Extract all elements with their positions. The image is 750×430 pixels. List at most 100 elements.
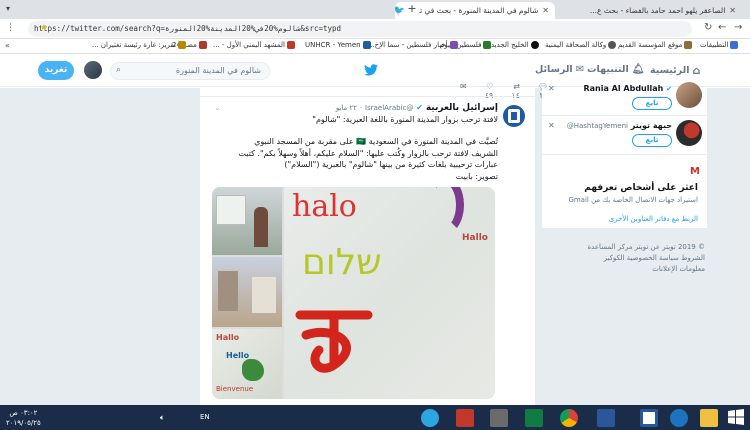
nav-notifications[interactable]: 🔔︎ التنبيهات [587,64,644,75]
follow-button[interactable]: تابع [632,134,672,147]
bookmark-item[interactable]: تقرير: غارة رئيسة تغتيران ... [92,41,186,49]
bookmark-item[interactable]: المشهد اليمني الأول - ... [213,41,295,49]
forward-arrow-icon[interactable]: ← [718,22,726,33]
bell-icon: 🔔︎ [631,64,645,75]
browser-tab-bar: ✕ الصاعقر يلهو احمد حامد بالفضاء - بحث ع… [0,0,750,19]
like-count[interactable]: ♡ ٤٩ [485,82,494,100]
tweet-photo-main[interactable]: halo שלום Hallo [284,187,495,399]
app-icon[interactable] [456,409,474,427]
divider [542,154,707,155]
tweet-author-name[interactable]: إسرائيل بالعربية [426,103,498,113]
bookmark-item[interactable]: موقع المؤسسة القديم [618,41,693,49]
chrome-icon[interactable] [560,409,578,427]
tweet-subtitle: لافتة ترحب بزوار المدينة المنورة باللغة … [312,115,498,124]
twitter-header: ⌂ الرئيسية 🔔︎ التنبيهات ✉ الرسائل شالوم … [0,55,750,87]
follow-button[interactable]: تابع [632,97,672,110]
word-doc-icon[interactable] [597,409,615,427]
excel-icon[interactable] [525,409,543,427]
heart-icon: ♡ [486,82,494,91]
new-tab-button[interactable]: + [404,2,420,17]
back-arrow-icon[interactable]: → [734,22,742,33]
windows-taskbar: EN 🔈︎ ٠٣:٠٢ ص ٢٠١٩/٠٥/٢٥ [0,405,750,430]
retweet-icon: ⇄ [513,82,520,91]
nav-messages[interactable]: ✉ الرسائل [535,64,584,75]
footer-links[interactable]: معلومات الإعلانات [545,264,705,275]
search-icon[interactable]: ⌕ [116,65,121,75]
find-friends-link[interactable]: الربط مع دفاتر العناوين الأخرى [548,215,698,223]
footer-links[interactable]: الشروط سياسة الخصوصية الكوكيز [545,253,705,264]
site-favicon-icon [286,41,295,49]
tweet-photo-thumb-1[interactable] [212,187,282,255]
photo-text-halo: halo [292,189,357,224]
tweet-author-avatar[interactable] [503,105,525,127]
verified-badge-icon: ✔ [666,85,672,93]
clock[interactable]: ٠٣:٠٢ ص ٢٠١٩/٠٥/٢٥ [6,408,41,428]
tweet-body-line: تُصيَّت في المدينة المنورة في السعودية 🇸… [254,137,498,146]
tweet-author-handle[interactable]: @IsraelArabic [365,104,413,112]
bookmark-item[interactable]: UNHCR - Yemen [305,41,371,49]
site-favicon-icon [362,41,371,49]
photo-text-hallo: Hallo [462,233,488,243]
retweet-count[interactable]: ⇄ ١٤ [511,82,520,100]
tweet-body-line: عبارات ترحيبية بلغات كثيرة من بينها "شال… [284,160,498,169]
suggestion-handle: HashtagYemeni@ [566,122,628,130]
verified-badge-icon: ✔ [416,103,423,112]
tweet-media-grid[interactable]: halo שלום Hallo Hallo Hello Bienvenue [212,187,495,399]
twitter-logo-icon[interactable] [364,64,378,76]
bookmark-apps[interactable]: التطبيقات [700,41,739,49]
divider [542,115,707,116]
tweet-button[interactable]: تغريد [38,61,74,80]
site-favicon-icon [483,41,492,49]
dm-icon[interactable]: ✉ [460,82,467,100]
divider [200,96,535,97]
site-favicon-icon [177,41,186,49]
tweet-caret-chevron-icon[interactable]: ⌄ [214,103,221,112]
tweet-header: إسرائيل بالعربية ✔ @IsraelArabic · ٢٢ ما… [335,103,498,113]
tweet-body-line: الشريف لافتة ترحب بالزوار وكُتب عليها: "… [238,148,498,158]
find-friends-title: اعثر على أشخاص تعرفهم [584,183,698,193]
previous-tweet-actions: 💬︎ ٢٤ ⇄ ١٤ ♡ ٤٩ ✉ [460,82,548,100]
twitter-search-input[interactable]: شالوم في المدينة المنورة [110,62,270,80]
twitter-footer: © 2019 تويتر عن تويتر مركز المساعدة الشر… [545,242,706,275]
tweet-photo-thumb-3[interactable]: Hallo Hello Bienvenue [212,329,282,399]
suggestion-avatar[interactable] [676,120,702,146]
word-icon[interactable] [640,409,658,427]
photo-text-hebrew: שלום [302,242,382,283]
clock-date: ٢٠١٩/٠٥/٢٥ [6,419,41,427]
gmail-icon: M [690,166,700,177]
windows-start-icon[interactable] [728,409,746,427]
browser-menu-icon[interactable]: ⋮ [6,23,15,33]
suggestion-avatar[interactable] [676,82,702,108]
dismiss-suggestion-icon[interactable]: ✕ [548,121,555,130]
footer-links[interactable]: © 2019 تويتر عن تويتر مركز المساعدة [545,242,706,253]
file-explorer-icon[interactable] [700,409,718,427]
suggestion-name[interactable]: جبهة تويتر HashtagYemeni@ [562,121,672,130]
tab-list-chevron-icon[interactable]: ▾ [6,4,10,13]
bookmark-star-icon[interactable]: ★ [40,23,47,32]
more-bookmarks-chevron-icon[interactable]: « [5,41,10,50]
bookmark-item[interactable]: الخليج الجديد [491,41,539,49]
dismiss-suggestion-icon[interactable]: ✕ [548,84,555,93]
bookmark-item[interactable]: أخبار فلسطين - سما الإخ... [368,41,458,49]
telegram-icon[interactable] [421,409,439,427]
nav-home[interactable]: ⌂ الرئيسية [650,64,700,77]
tweet-date[interactable]: ٢٢ مايو [336,104,357,112]
close-tab-icon[interactable]: ✕ [542,6,549,15]
reload-icon[interactable]: ↻ [704,22,712,33]
url-input[interactable]: https://twitter.com/search?q=شالوم%20في%… [28,21,692,37]
bookmark-item[interactable]: وكالة الصحافة اليمنية [545,41,617,49]
tab-google-search[interactable]: ✕ الصاعقر يلهو احمد حامد بالفضاء - بحث ع… [560,2,742,19]
language-indicator[interactable]: EN [200,413,210,421]
site-favicon-icon [449,41,458,49]
photo-red-glyph [294,305,374,385]
user-avatar[interactable] [84,61,102,79]
site-favicon-icon [684,41,693,49]
close-tab-icon[interactable]: ✕ [729,6,736,15]
photo-purple-arc [424,187,464,235]
app-icon[interactable] [490,409,508,427]
volume-icon[interactable]: 🔈︎ [160,413,165,423]
internet-explorer-icon[interactable] [670,409,688,427]
bookmarks-bar: التطبيقات موقع المؤسسة القديم وكالة الصح… [0,39,750,54]
suggestion-name[interactable]: ✔ Rania Al Abdullah [562,84,673,93]
tweet-photo-thumb-2[interactable] [212,257,282,327]
